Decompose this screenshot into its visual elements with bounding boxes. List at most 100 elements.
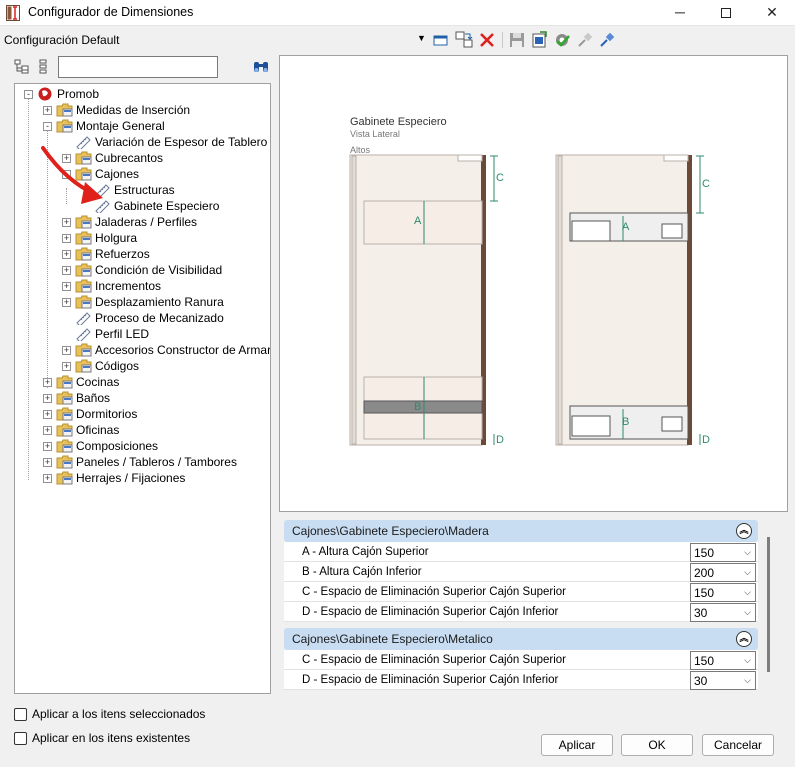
apply-selected-checkbox[interactable]	[14, 708, 27, 721]
search-input[interactable]	[58, 56, 218, 78]
pin-icon[interactable]	[576, 31, 594, 49]
prop-value-select[interactable]: 30 ⌵	[690, 603, 756, 622]
tree-item[interactable]: + Baños	[15, 390, 270, 406]
config-dropdown-icon[interactable]: ▼	[417, 33, 426, 43]
category-tree[interactable]: - Promob + Medidas de Inserción - Montaje Gen…	[14, 83, 271, 694]
expand-icon[interactable]: +	[43, 410, 52, 419]
dim-label-a-metal: A	[622, 221, 630, 233]
tree-item[interactable]: + Paneles / Tableros / Tambores	[15, 454, 270, 470]
collapse-icon[interactable]: ︽	[736, 523, 752, 539]
collapse-icon[interactable]: ︽	[736, 631, 752, 647]
tree-item-label: Medidas de Inserción	[76, 103, 191, 117]
collapse-tree-icon[interactable]: -	[24, 90, 33, 99]
prop-value-select[interactable]: 30 ⌵	[690, 671, 756, 690]
edit-pin-icon[interactable]	[598, 31, 616, 49]
expand-icon[interactable]: +	[43, 106, 52, 115]
prop-label: B - Altura Cajón Inferior	[302, 566, 422, 578]
chevron-down-icon: ⌵	[744, 547, 751, 557]
save-icon[interactable]	[508, 31, 526, 49]
group-header-madera[interactable]: Cajones\Gabinete Especiero\Madera ︽	[284, 520, 758, 542]
group-header-metalico[interactable]: Cajones\Gabinete Especiero\Metalico ︽	[284, 628, 758, 650]
tree-item-label: Perfil LED	[95, 327, 150, 341]
properties-panel: Cajones\Gabinete Especiero\Madera ︽ A - …	[284, 520, 760, 695]
expand-icon[interactable]: +	[43, 378, 52, 387]
expand-icon[interactable]: +	[62, 362, 71, 371]
expand-icon[interactable]: +	[62, 234, 71, 243]
folder-icon	[75, 279, 92, 293]
window-title: Configurador de Dimensiones	[28, 5, 194, 19]
prop-value-select[interactable]: 150 ⌵	[690, 583, 756, 602]
binoculars-icon[interactable]	[252, 59, 270, 75]
wood-cabinet	[349, 154, 498, 446]
expand-icon[interactable]: +	[43, 394, 52, 403]
tree-item-label: Estructuras	[114, 183, 175, 197]
maximize-icon	[721, 8, 731, 18]
ruler-icon	[76, 328, 91, 341]
expand-icon[interactable]: +	[62, 346, 71, 355]
maximize-button[interactable]	[703, 0, 749, 26]
dim-label-b-metal: B	[622, 416, 630, 428]
tree-item-label: Jaladeras / Perfiles	[95, 215, 198, 229]
check-gear-icon[interactable]	[553, 31, 571, 49]
tree-root[interactable]: - Promob	[15, 86, 270, 102]
prop-value-select[interactable]: 150 ⌵	[690, 543, 756, 562]
tree-item[interactable]: + Oficinas	[15, 422, 270, 438]
tree-item[interactable]: + Jaladeras / Perfiles	[15, 214, 270, 230]
close-button[interactable]: ✕	[749, 0, 795, 26]
expand-icon[interactable]: +	[43, 474, 52, 483]
tree-item-label: Baños	[76, 391, 111, 405]
tree-item-label: Variación de Espesor de Tablero	[95, 135, 268, 149]
tree-item-label: Proceso de Mecanizado	[95, 311, 224, 325]
expand-icon[interactable]: +	[62, 266, 71, 275]
tree-item[interactable]: + Códigos	[15, 358, 270, 374]
tree-item-label: Composiciones	[76, 439, 159, 453]
prop-label: C - Espacio de Eliminación Superior Cajó…	[302, 586, 566, 598]
minimize-button[interactable]: ─	[657, 0, 703, 26]
tree-item[interactable]: + Composiciones	[15, 438, 270, 454]
ok-button[interactable]: OK	[621, 734, 693, 756]
expand-icon[interactable]: +	[62, 282, 71, 291]
properties-scrollbar[interactable]	[767, 537, 770, 672]
tree-item-label: Incrementos	[95, 279, 162, 293]
tree-item[interactable]: - Montaje General	[15, 118, 270, 134]
export-icon[interactable]	[530, 31, 548, 49]
tree-item[interactable]: + Desplazamiento Ranura	[15, 294, 270, 310]
expand-icon[interactable]: +	[62, 250, 71, 259]
expand-icon[interactable]: +	[62, 298, 71, 307]
tree-item[interactable]: + Condición de Visibilidad	[15, 262, 270, 278]
apply-button[interactable]: Aplicar	[541, 734, 613, 756]
tree-item[interactable]: + Accesorios Constructor de Armarios	[15, 342, 270, 358]
prop-value: 30	[694, 674, 708, 688]
tree-item[interactable]: + Incrementos	[15, 278, 270, 294]
chevron-down-icon: ⌵	[744, 587, 751, 597]
prop-value-select[interactable]: 150 ⌵	[690, 651, 756, 670]
title-bar: Configurador de Dimensiones ─ ✕	[0, 0, 795, 26]
tree-item[interactable]: Proceso de Mecanizado	[15, 310, 270, 326]
delete-icon[interactable]	[478, 31, 496, 49]
tree-item[interactable]: + Herrajes / Fijaciones	[15, 470, 270, 486]
tree-item[interactable]: + Dormitorios	[15, 406, 270, 422]
expand-icon[interactable]: +	[43, 458, 52, 467]
tree-expand-icon[interactable]	[14, 59, 30, 75]
tree-item[interactable]: + Holgura	[15, 230, 270, 246]
prop-label: D - Espacio de Eliminación Superior Cajó…	[302, 674, 559, 686]
window-icon[interactable]	[432, 31, 450, 49]
transfer-icon[interactable]	[455, 31, 473, 49]
expand-icon[interactable]: +	[43, 426, 52, 435]
tree-item[interactable]: + Refuerzos	[15, 246, 270, 262]
prop-row: C - Espacio de Eliminación Superior Cajó…	[284, 650, 758, 670]
expand-icon[interactable]: +	[62, 218, 71, 227]
prop-row: C - Espacio de Eliminación Superior Cajó…	[284, 582, 758, 602]
tree-collapse-icon[interactable]	[37, 59, 53, 75]
collapse-tree-icon[interactable]: -	[43, 122, 52, 131]
prop-label: D - Espacio de Eliminación Superior Cajó…	[302, 606, 559, 618]
cancel-button[interactable]: Cancelar	[702, 734, 774, 756]
prop-value-select[interactable]: 200 ⌵	[690, 563, 756, 582]
tree-item[interactable]: + Medidas de Inserción	[15, 102, 270, 118]
prop-value: 150	[694, 654, 715, 668]
expand-icon[interactable]: +	[43, 442, 52, 451]
tree-item[interactable]: + Cocinas	[15, 374, 270, 390]
config-toolbar: Configuración Default ▼	[0, 28, 795, 52]
tree-item[interactable]: Perfil LED	[15, 326, 270, 342]
apply-existing-checkbox[interactable]	[14, 732, 27, 745]
